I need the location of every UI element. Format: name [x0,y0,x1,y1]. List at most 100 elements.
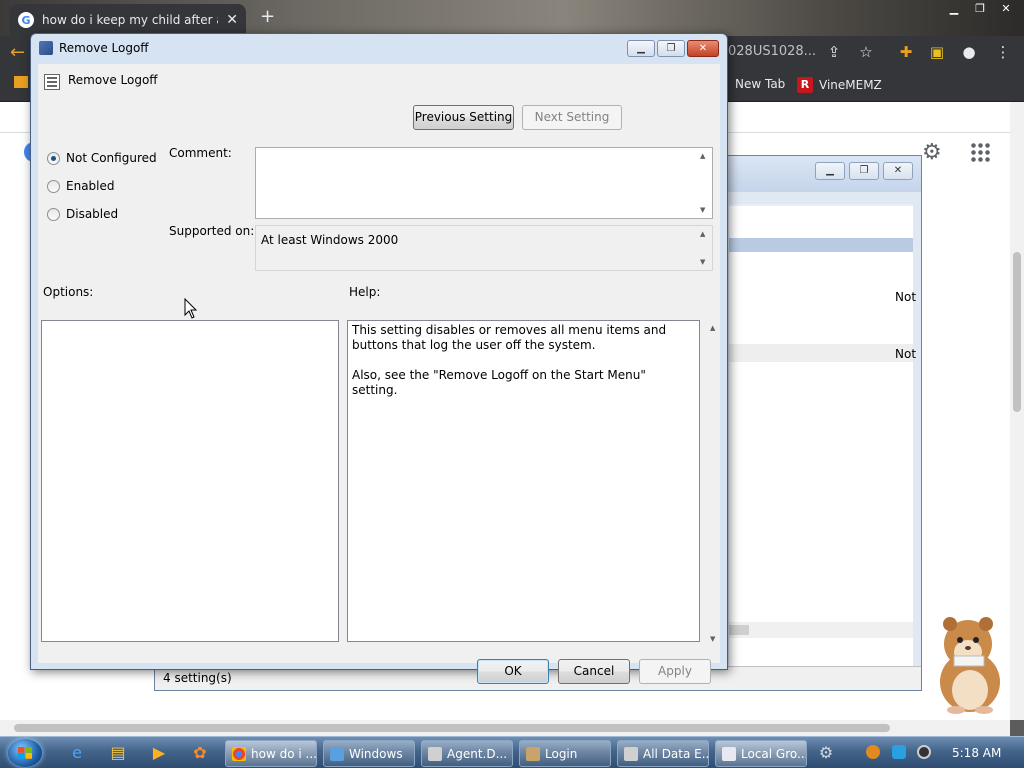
options-pane[interactable] [41,320,339,642]
maximize-icon[interactable]: ❐ [657,40,685,57]
media-player-icon[interactable]: ▶ [148,743,170,763]
taskbar-task-all-data[interactable]: All Data E... [617,740,709,767]
address-bar-text[interactable]: 028US1028... [728,44,816,59]
share-icon[interactable]: ⇪ [825,43,843,61]
radio-disabled[interactable]: Disabled [47,207,118,221]
bookmark-new-tab[interactable]: New Tab [735,77,785,91]
profile-icon[interactable]: ● [960,43,978,61]
restore-icon[interactable]: ❐ [968,2,992,16]
gp-row-state[interactable]: Not [895,347,916,361]
scroll-thumb[interactable] [1013,252,1021,412]
minimize-icon[interactable]: ▁ [815,162,845,180]
close-icon[interactable]: ✕ [687,40,719,57]
side-panel-icon[interactable]: ▣ [928,43,946,61]
close-icon[interactable]: ✕ [883,162,913,180]
taskbar-task-windows[interactable]: Windows [323,740,415,767]
extensions-icon[interactable]: ✚ [897,43,915,61]
back-arrow-icon[interactable]: ← [10,42,25,63]
scroll-up-icon[interactable]: ▲ [700,152,705,160]
help-scrollbar[interactable]: ▲ ▼ [707,322,721,645]
radio-not-configured[interactable]: Not Configured [47,151,157,165]
app-pin-icon[interactable]: ✿ [189,743,211,763]
internet-explorer-icon[interactable]: e [66,743,88,763]
network-tray-icon[interactable] [892,745,906,759]
next-setting-button[interactable]: Next Setting [522,105,622,130]
browser-window-controls: ▁ ❐ ✕ [942,2,1018,16]
comment-scrollbar[interactable]: ▲ ▼ [697,148,712,218]
volume-tray-icon[interactable] [917,745,931,759]
cancel-button[interactable]: Cancel [558,659,630,684]
file-explorer-icon[interactable]: ▤ [107,743,129,763]
chrome-icon [232,746,246,761]
apps-grid-icon[interactable] [970,142,990,162]
gp-column-header [729,238,913,252]
radio-label: Not Configured [66,151,157,165]
supported-on-field: At least Windows 2000 ▲ ▼ [255,225,713,271]
radio-label: Enabled [66,179,115,193]
comment-field[interactable]: ▲ ▼ [255,147,713,219]
scroll-thumb[interactable] [729,625,749,635]
help-label: Help: [349,285,381,299]
browser-tab-strip: G how do i keep my child after abu ✕ + ▁… [0,0,1024,36]
task-label: All Data E... [643,746,709,761]
minimize-icon[interactable]: ▁ [627,40,655,57]
scroll-up-icon[interactable]: ▲ [700,230,705,238]
taskbar: e ▤ ▶ ✿ how do i ... Windows Agent.D... … [0,736,1024,768]
radio-button[interactable] [47,151,60,165]
radio-button[interactable] [47,207,60,221]
close-tab-icon[interactable]: ✕ [226,12,238,28]
gp-window-controls: ▁ ❐ ✕ [815,162,913,180]
comment-label: Comment: [169,146,232,160]
page-vertical-scrollbar[interactable] [1010,102,1024,720]
ok-button[interactable]: OK [477,659,549,684]
scroll-up-icon[interactable]: ▲ [710,324,715,332]
options-label: Options: [43,285,94,299]
group-policy-icon [330,746,344,761]
gp-row-highlight [729,344,913,362]
supported-scrollbar[interactable]: ▲ ▼ [697,226,712,270]
radio-enabled[interactable]: Enabled [47,179,115,193]
radio-button[interactable] [47,179,60,193]
task-label: how do i ... [251,746,317,761]
bookmark-vinememz[interactable]: R VineMEMZ [797,77,882,93]
gp-row-state[interactable]: Not [895,290,916,304]
system-app-icon[interactable]: ⚙ [815,743,837,763]
scroll-down-icon[interactable]: ▼ [700,258,705,266]
taskbar-task-local-group-policy[interactable]: Local Gro... [715,740,807,767]
google-icon: G [18,12,34,28]
scroll-down-icon[interactable]: ▼ [710,635,715,643]
bookmark-folder-icon[interactable] [14,76,28,88]
menu-dots-icon[interactable]: ⋮ [994,43,1012,61]
dialog-window-controls: ▁ ❐ ✕ [627,40,719,57]
previous-setting-button[interactable]: Previous Setting [413,105,514,130]
apply-button[interactable]: Apply [639,659,711,684]
minimize-icon[interactable]: ▁ [942,2,966,16]
search-tray-icon[interactable] [866,745,880,759]
browser-tab[interactable]: G how do i keep my child after abu ✕ [10,4,246,36]
gp-horizontal-scrollbar[interactable] [729,622,913,638]
task-label: Windows [349,746,403,761]
gear-icon[interactable]: ⚙ [922,140,942,165]
taskbar-task-chrome[interactable]: how do i ... [225,740,317,767]
dialog-titlebar: Remove Logoff [31,34,727,62]
task-label: Login [545,746,578,761]
taskbar-task-login[interactable]: Login [519,740,611,767]
restore-icon[interactable]: ❐ [849,162,879,180]
bookmark-label: New Tab [735,77,786,91]
new-tab-button[interactable]: + [260,6,275,27]
gp-status-text: 4 setting(s) [163,671,232,685]
star-icon[interactable]: ☆ [857,43,875,61]
task-label: Local Gro... [741,746,807,761]
taskbar-task-agent[interactable]: Agent.D... [421,740,513,767]
help-text: This setting disables or removes all men… [352,323,667,397]
taskbar-clock[interactable]: 5:18 AM [952,746,1001,760]
close-icon[interactable]: ✕ [994,2,1018,16]
scroll-down-icon[interactable]: ▼ [700,206,705,214]
bookmark-label: VineMEMZ [819,78,882,92]
start-button[interactable] [8,739,42,767]
vinememz-icon: R [797,77,813,93]
radio-label: Disabled [66,207,119,221]
page-horizontal-scrollbar[interactable] [0,720,1010,736]
scroll-thumb[interactable] [14,724,890,732]
supported-on-label: Supported on: [169,224,255,238]
